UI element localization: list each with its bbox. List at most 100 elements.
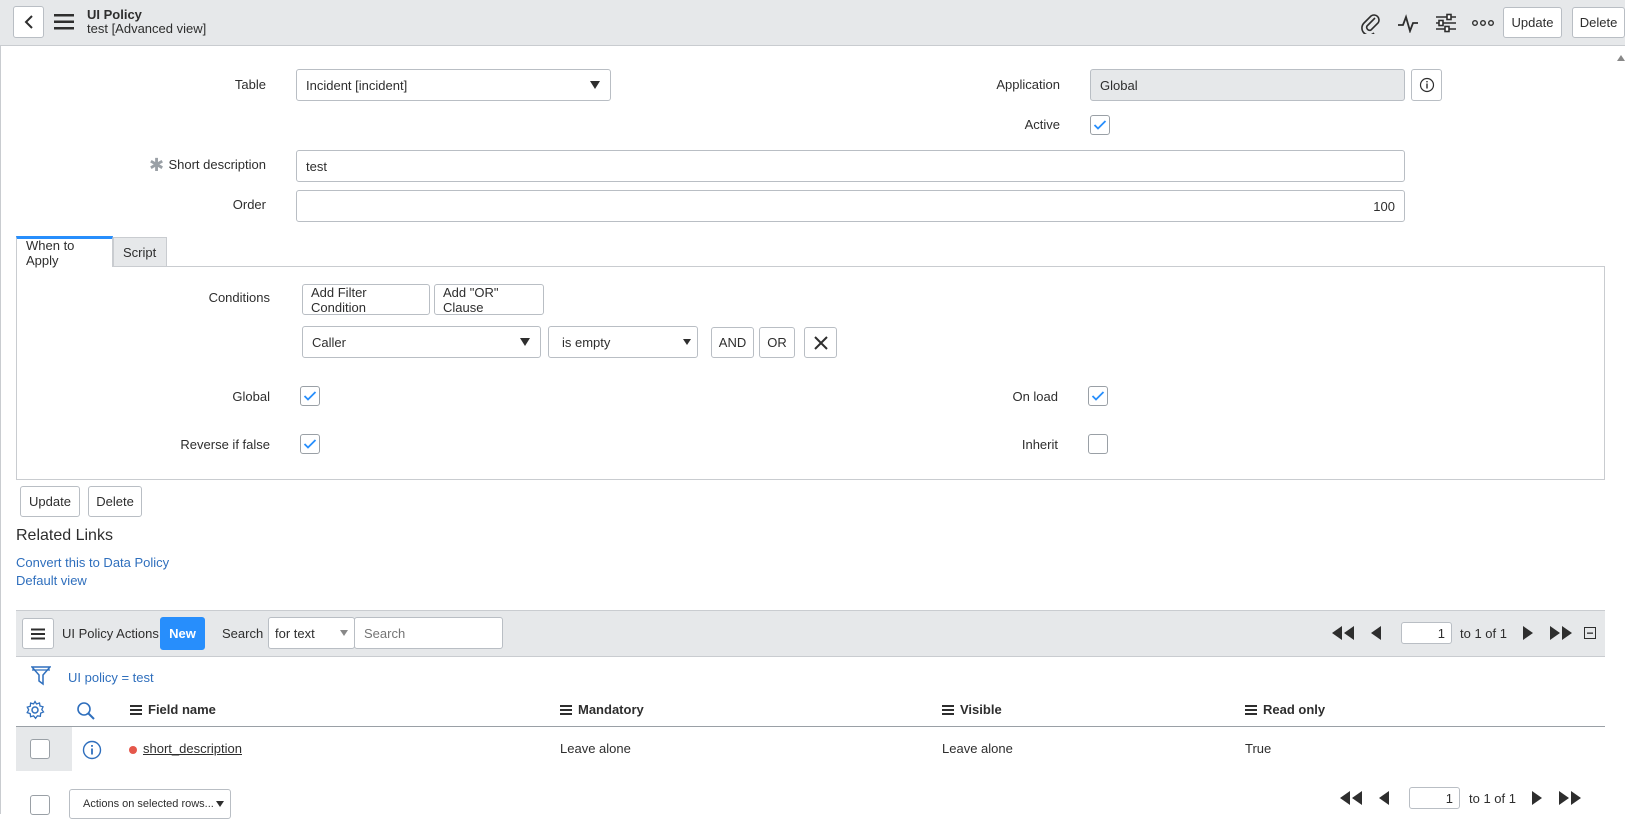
add-or-clause-button[interactable]: Add "OR" Clause — [434, 284, 544, 315]
active-checkbox[interactable] — [1090, 115, 1110, 135]
remove-condition-button[interactable] — [804, 327, 837, 358]
column-header-label: Read only — [1263, 702, 1326, 717]
hamburger-menu-icon[interactable] — [54, 12, 76, 32]
close-icon — [813, 335, 828, 350]
previous-page-icon[interactable] — [1369, 624, 1383, 642]
more-options-icon[interactable] — [1472, 12, 1494, 34]
page-number-input[interactable]: 1 — [1401, 622, 1452, 644]
condition-operator-select[interactable]: is empty — [548, 326, 698, 358]
collapse-list-icon[interactable] — [1584, 627, 1596, 639]
order-input[interactable]: 100 — [296, 190, 1405, 222]
page-info: to 1 of 1 — [1460, 626, 1507, 641]
column-header-read-only[interactable]: Read only — [1245, 702, 1325, 717]
column-menu-icon[interactable] — [1245, 703, 1257, 717]
condition-field-value: Caller — [312, 334, 346, 350]
checkmark-icon — [303, 439, 317, 449]
actions-select[interactable]: Actions on selected rows... — [69, 789, 231, 819]
search-type-value: for text — [275, 625, 315, 641]
last-page-icon[interactable] — [1549, 624, 1573, 642]
add-filter-condition-button[interactable]: Add Filter Condition — [302, 284, 430, 315]
filter-breadcrumb[interactable]: UI policy = test — [68, 670, 154, 685]
column-menu-icon[interactable] — [560, 703, 572, 717]
activity-icon[interactable] — [1397, 12, 1419, 34]
column-header-label: Visible — [960, 702, 1002, 717]
inherit-checkbox[interactable] — [1088, 434, 1108, 454]
and-button[interactable]: AND — [711, 327, 754, 358]
gear-icon[interactable] — [25, 700, 45, 720]
table-select-value: Incident [incident] — [306, 77, 408, 93]
list-menu-button[interactable] — [22, 618, 54, 649]
related-list-title: UI Policy Actions — [62, 626, 159, 641]
order-value: 100 — [1373, 198, 1395, 214]
application-value: Global — [1100, 77, 1138, 93]
on-load-checkbox[interactable] — [1088, 386, 1108, 406]
delete-button[interactable]: Delete — [88, 486, 142, 517]
page-number-value: 1 — [1437, 625, 1445, 641]
select-all-checkbox[interactable] — [30, 795, 50, 815]
footer-previous-page-icon[interactable] — [1377, 789, 1391, 807]
or-button[interactable]: OR — [759, 327, 795, 358]
global-label: Global — [232, 389, 270, 404]
search-input[interactable] — [354, 617, 503, 649]
left-border — [0, 46, 1, 814]
search-label: Search — [222, 626, 264, 641]
chevron-left-icon — [24, 15, 33, 29]
header-delete-button[interactable]: Delete — [1572, 7, 1625, 38]
first-page-icon[interactable] — [1331, 624, 1355, 642]
row-info-icon[interactable] — [82, 740, 102, 760]
column-header-mandatory[interactable]: Mandatory — [560, 702, 644, 717]
table-select[interactable]: Incident [incident] — [296, 69, 611, 101]
actions-select-value: Actions on selected rows... — [83, 798, 214, 810]
tab-script[interactable]: Script — [113, 237, 167, 267]
default-view-link[interactable]: Default view — [16, 573, 87, 588]
header-update-button[interactable]: Update — [1503, 7, 1562, 38]
search-icon[interactable] — [76, 701, 96, 721]
paperclip-icon[interactable] — [1360, 12, 1382, 34]
application-info-button[interactable] — [1411, 69, 1442, 101]
required-dot-icon — [129, 746, 137, 754]
short-description-label: Short description — [168, 157, 266, 172]
form-title: UI Policy — [87, 7, 142, 22]
search-type-select[interactable]: for text — [268, 617, 355, 649]
update-button[interactable]: Update — [20, 486, 80, 517]
footer-first-page-icon[interactable] — [1339, 789, 1363, 807]
conditions-label: Conditions — [208, 290, 270, 305]
on-load-label: On load — [1012, 389, 1058, 404]
column-header-label: Mandatory — [578, 702, 644, 717]
settings-sliders-icon[interactable] — [1435, 12, 1457, 34]
visible-cell: Leave alone — [942, 741, 1013, 756]
filter-icon[interactable] — [31, 665, 51, 687]
order-label: Order — [232, 197, 266, 212]
short-description-value: test — [306, 158, 327, 174]
column-menu-icon[interactable] — [130, 703, 142, 717]
page-number-value: 1 — [1445, 790, 1453, 806]
mandatory-cell: Leave alone — [560, 741, 631, 756]
info-icon — [1419, 77, 1434, 93]
row-checkbox[interactable] — [30, 739, 50, 759]
hamburger-menu-icon — [31, 628, 45, 639]
active-label: Active — [1024, 117, 1060, 132]
next-page-icon[interactable] — [1521, 624, 1535, 642]
table-label: Table — [234, 77, 266, 92]
global-checkbox[interactable] — [300, 386, 320, 406]
column-header-field-name[interactable]: Field name — [130, 702, 216, 717]
new-button[interactable]: New — [160, 617, 205, 650]
caret-down-icon — [683, 339, 691, 345]
convert-to-data-policy-link[interactable]: Convert this to Data Policy — [16, 555, 169, 570]
caret-down-icon — [520, 338, 530, 346]
column-menu-icon[interactable] — [942, 703, 954, 717]
reverse-if-false-checkbox[interactable] — [300, 434, 320, 454]
field-name-link[interactable]: short_description — [143, 741, 242, 756]
inherit-label: Inherit — [1021, 437, 1058, 452]
condition-field-select[interactable]: Caller — [302, 326, 541, 358]
tab-when-to-apply[interactable]: When to Apply — [16, 236, 113, 268]
scrollbar-arrow-icon[interactable] — [1617, 55, 1625, 61]
table-row: short_description Leave alone Leave alon… — [16, 727, 1605, 771]
footer-last-page-icon[interactable] — [1558, 789, 1582, 807]
tab-label: Script — [123, 245, 157, 260]
footer-page-number-input[interactable]: 1 — [1409, 787, 1460, 809]
footer-next-page-icon[interactable] — [1530, 789, 1544, 807]
column-header-visible[interactable]: Visible — [942, 702, 1002, 717]
back-button[interactable] — [13, 6, 44, 38]
short-description-input[interactable]: test — [296, 150, 1405, 182]
